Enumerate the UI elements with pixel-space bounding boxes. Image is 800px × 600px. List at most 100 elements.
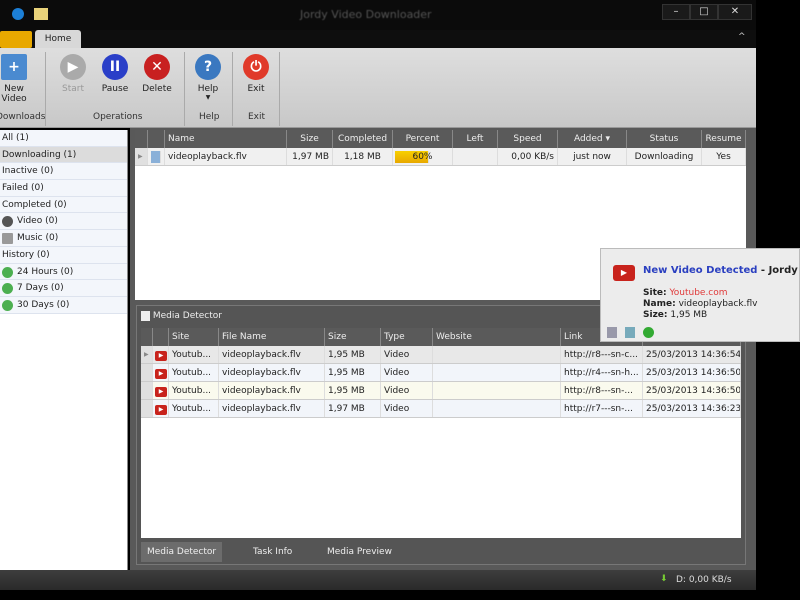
cell-left — [453, 148, 498, 165]
sidebar-item-video[interactable]: Video (0) — [0, 213, 127, 231]
cell-size: 1,95 MB — [325, 346, 381, 363]
download-arrow-icon: ⬇ — [660, 574, 668, 584]
cell-date: 25/03/2013 14:36:50 — [643, 364, 741, 381]
column-header-completed[interactable]: Completed — [333, 130, 393, 148]
help-button[interactable]: ? Help ▼ — [186, 54, 230, 101]
cell-website — [433, 382, 561, 399]
play-icon: ▶ — [60, 54, 86, 80]
quick-access-icon[interactable] — [34, 8, 48, 20]
cell-file: videoplayback.flv — [219, 364, 325, 381]
document-icon[interactable] — [607, 327, 617, 338]
group-label-operations: Operations — [93, 112, 143, 122]
app-icon — [12, 8, 24, 20]
sidebar-item-history[interactable]: History (0) — [0, 246, 127, 264]
table-row[interactable]: ▶ Youtub... videoplayback.flv 1,95 MB Video h… — [141, 364, 741, 382]
file-menu-button[interactable] — [0, 31, 32, 48]
sidebar-item-24-hours[interactable]: 24 Hours (0) — [0, 263, 127, 281]
help-icon: ? — [195, 54, 221, 80]
tab-media-preview[interactable]: Media Preview — [321, 542, 398, 562]
column-header-site[interactable]: Site — [169, 328, 219, 346]
sort-down-icon: ▾ — [605, 134, 611, 144]
divider — [184, 52, 185, 126]
media-detector-panel: Media Detector Site File Name Size Type … — [136, 305, 746, 565]
row-indicator — [141, 382, 153, 399]
cell-site: Youtub... — [169, 364, 219, 381]
table-row[interactable]: ▶ videoplayback.flv 1,97 MB 1,18 MB 60% … — [135, 148, 746, 166]
start-button[interactable]: ▶ Start — [51, 54, 95, 94]
site-link[interactable]: Youtube.com — [669, 288, 727, 298]
cell-file: videoplayback.flv — [219, 346, 325, 363]
window-title: Jordy Video Downloader — [300, 8, 432, 21]
cell-name: videoplayback.flv — [165, 148, 287, 165]
download-icon[interactable] — [643, 327, 654, 338]
sidebar-item-completed[interactable]: Completed (0) — [0, 196, 127, 214]
column-header-size[interactable]: Size — [325, 328, 381, 346]
sidebar-item-all[interactable]: All (1) — [0, 130, 127, 147]
column-header-website[interactable]: Website — [433, 328, 561, 346]
music-icon[interactable] — [625, 327, 635, 338]
column-header-type[interactable]: Type — [381, 328, 433, 346]
cell-link: http://r7---sn-... — [561, 400, 643, 417]
sidebar-item-downloading[interactable]: Downloading (1) — [0, 146, 127, 164]
cell-link: http://r8---sn-c... — [561, 346, 643, 363]
youtube-icon: ▶ — [153, 400, 169, 417]
table-row[interactable]: ▶ Youtub... videoplayback.flv 1,95 MB Video h… — [141, 382, 741, 400]
sidebar-item-failed[interactable]: Failed (0) — [0, 180, 127, 197]
sidebar-item-inactive[interactable]: Inactive (0) — [0, 163, 127, 181]
cell-link: http://r8---sn-... — [561, 382, 643, 399]
youtube-icon: ▶ — [153, 382, 169, 399]
tab-media-detector[interactable]: Media Detector — [141, 542, 223, 562]
pause-button[interactable]: II Pause — [93, 54, 137, 94]
cell-size: 1,95 MB — [325, 364, 381, 381]
column-header-name[interactable]: Name — [165, 130, 287, 148]
media-detector-table: Site File Name Size Type Website Link ▶ ▶… — [141, 328, 741, 538]
delete-button[interactable]: ✕ Delete — [135, 54, 179, 94]
column-header-status[interactable]: Status — [627, 130, 702, 148]
cell-date: 25/03/2013 14:36:54 — [643, 346, 741, 363]
column-header-speed[interactable]: Speed — [498, 130, 558, 148]
cell-site: Youtub... — [169, 400, 219, 417]
power-icon: ⏻ — [243, 54, 269, 80]
row-indicator — [141, 364, 153, 381]
cell-size: 1,97 MB — [287, 148, 333, 165]
cell-link: http://r4---sn-h... — [561, 364, 643, 381]
cell-speed: 0,00 KB/s — [498, 148, 558, 165]
cell-type: Video — [381, 382, 433, 399]
column-header-file-name[interactable]: File Name — [219, 328, 325, 346]
divider — [279, 52, 280, 126]
cell-resume: Yes — [702, 148, 746, 165]
sidebar-item-7-days[interactable]: 7 Days (0) — [0, 280, 127, 297]
column-header-resume[interactable]: Resume — [702, 130, 746, 148]
cell-date: 25/03/2013 14:36:50 — [643, 382, 741, 399]
table-row[interactable]: ▶ Youtub... videoplayback.flv 1,97 MB Video h… — [141, 400, 741, 418]
cell-file: videoplayback.flv — [219, 400, 325, 417]
close-button[interactable]: ✕ — [718, 4, 752, 20]
youtube-icon: ▶ — [613, 265, 635, 281]
pause-icon: II — [102, 54, 128, 80]
sidebar-item-music[interactable]: Music (0) — [0, 230, 127, 247]
column-header-added[interactable]: Added ▾ — [558, 130, 627, 148]
cell-status: Downloading — [627, 148, 702, 165]
group-label-help: Help — [199, 112, 220, 122]
exit-button[interactable]: ⏻ Exit — [234, 54, 278, 94]
minimize-button[interactable]: – — [662, 4, 690, 20]
ribbon-tab-row: ^ — [0, 30, 756, 48]
maximize-button[interactable]: □ — [690, 4, 718, 20]
table-row[interactable]: ▶ ▶ Youtub... videoplayback.flv 1,95 MB Video… — [141, 346, 741, 364]
group-label-downloads: Downloads — [0, 112, 46, 122]
tab-home[interactable]: Home — [35, 30, 81, 49]
collapse-ribbon-icon[interactable]: ^ — [738, 32, 746, 42]
divider — [232, 52, 233, 126]
new-video-notification[interactable]: ▶ New Video Detected - Jordy V Site: You… — [600, 248, 800, 342]
cell-file: videoplayback.flv — [219, 382, 325, 399]
column-header-size[interactable]: Size — [287, 130, 333, 148]
sidebar-item-30-days[interactable]: 30 Days (0) — [0, 296, 127, 314]
group-label-exit: Exit — [248, 112, 266, 122]
tab-task-info[interactable]: Task Info — [247, 542, 298, 562]
new-video-button[interactable]: + New Video — [0, 54, 36, 104]
clock-icon — [2, 299, 13, 311]
cell-website — [433, 400, 561, 417]
column-header-left[interactable]: Left — [453, 130, 498, 148]
notification-details: Site: Youtube.com Name: videoplayback.fl… — [643, 288, 758, 320]
column-header-percent[interactable]: Percent — [393, 130, 453, 148]
